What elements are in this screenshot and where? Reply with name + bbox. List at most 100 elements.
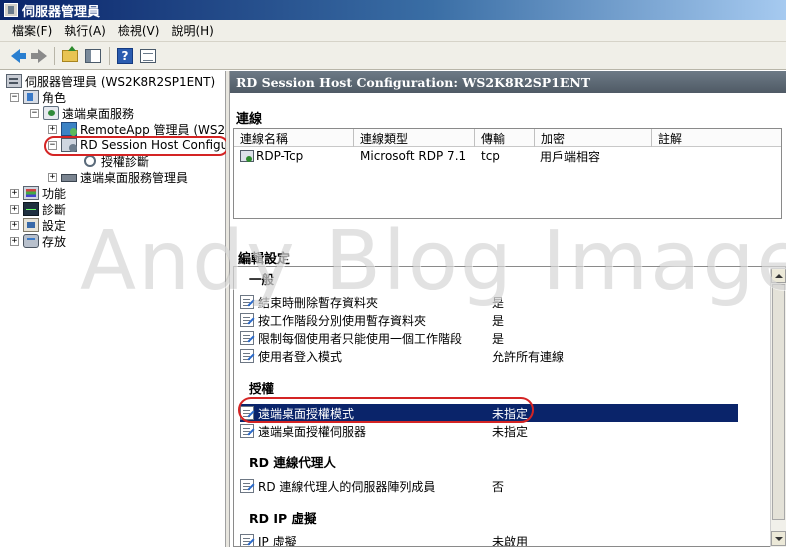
action-pane-icon bbox=[140, 48, 156, 63]
tree-item-configuration[interactable]: + 設定 bbox=[10, 217, 66, 233]
connection-icon bbox=[240, 150, 254, 162]
rds-manager-icon bbox=[61, 174, 77, 182]
expand-toggle[interactable]: + bbox=[10, 188, 19, 198]
menu-action[interactable]: 執行(A) bbox=[58, 22, 112, 39]
tree-item-label: 存放 bbox=[42, 234, 67, 249]
setting-value: 是 bbox=[492, 313, 505, 328]
setting-value: 未指定 bbox=[492, 406, 529, 421]
connection-type: Microsoft RDP 7.1 bbox=[360, 149, 467, 163]
setting-row[interactable]: 按工作階段分別使用暫存資料夾 是 bbox=[240, 311, 738, 329]
connections-list-header: 連線名稱 連線類型 傳輸 加密 註解 bbox=[234, 129, 781, 147]
toolbar-separator bbox=[54, 46, 55, 65]
show-hide-tree-button[interactable] bbox=[82, 45, 104, 67]
property-icon bbox=[240, 406, 254, 420]
setting-row-selected[interactable]: 遠端桌面授權模式 未指定 bbox=[240, 404, 738, 422]
table-row[interactable]: RDP-Tcp Microsoft RDP 7.1 tcp 用戶端相容 bbox=[234, 148, 781, 164]
group-label-rd-connection-broker: RD 連線代理人 bbox=[249, 455, 336, 470]
expand-toggle[interactable]: + bbox=[10, 236, 19, 246]
licensing-diagnosis-icon bbox=[82, 154, 98, 168]
setting-row[interactable]: 遠端桌面授權伺服器 未指定 bbox=[240, 422, 738, 440]
property-icon bbox=[240, 424, 254, 438]
property-icon bbox=[240, 349, 254, 363]
column-header-connection-name[interactable]: 連線名稱 bbox=[234, 129, 354, 147]
menu-help[interactable]: 說明(H) bbox=[165, 22, 219, 39]
help-button[interactable]: ? bbox=[114, 45, 136, 67]
collapse-toggle[interactable]: − bbox=[30, 108, 39, 118]
connection-encryption: 用戶端相容 bbox=[540, 149, 601, 164]
tree-item-features[interactable]: + 功能 bbox=[10, 185, 66, 201]
server-manager-icon bbox=[4, 3, 18, 17]
setting-value: 未啟用 bbox=[492, 534, 529, 547]
setting-row[interactable]: 限制每個使用者只能使用一個工作階段 是 bbox=[240, 329, 738, 347]
scroll-thumb[interactable] bbox=[772, 284, 785, 520]
tree-item-remote-desktop-services[interactable]: − 遠端桌面服務 bbox=[30, 105, 134, 121]
tree-item-label: 角色 bbox=[42, 90, 67, 105]
results-pane-title: RD Session Host Configuration: WS2K8R2SP… bbox=[236, 74, 591, 90]
vertical-scrollbar[interactable] bbox=[770, 268, 786, 547]
tree-item-rd-session-host-configuration[interactable]: − RD Session Host Configuratio bbox=[48, 137, 225, 153]
tree-item-label: 功能 bbox=[42, 186, 67, 201]
tree-item-licensing-diagnosis[interactable]: 授權診斷 bbox=[82, 153, 149, 169]
edit-settings-section-title: 編輯設定 bbox=[238, 252, 291, 267]
forward-button[interactable] bbox=[27, 45, 49, 67]
column-header-comment[interactable]: 註解 bbox=[652, 129, 781, 147]
help-icon: ? bbox=[117, 47, 133, 64]
collapse-toggle[interactable]: − bbox=[10, 92, 19, 102]
back-button[interactable] bbox=[4, 45, 26, 67]
setting-value: 未指定 bbox=[492, 424, 529, 439]
group-label-general: 一般 bbox=[249, 272, 275, 287]
setting-value: 是 bbox=[492, 331, 505, 346]
menu-bar: 檔案(F) 執行(A) 檢視(V) 說明(H) bbox=[0, 20, 786, 42]
server-icon bbox=[6, 74, 22, 88]
tree-item-label: 伺服器管理員 (WS2K8R2SP1ENT) bbox=[25, 74, 216, 89]
show-hide-action-pane-button[interactable] bbox=[137, 45, 159, 67]
roles-icon bbox=[23, 90, 39, 104]
expand-toggle[interactable]: + bbox=[10, 204, 19, 214]
tree-item-label: 授權診斷 bbox=[101, 154, 150, 169]
setting-name: 遠端桌面授權伺服器 bbox=[258, 424, 367, 439]
tree-item-rds-manager[interactable]: + 遠端桌面服務管理員 bbox=[48, 169, 188, 185]
tree-item-remoteapp-manager[interactable]: + RemoteApp 管理員 (WS2K8 bbox=[48, 121, 226, 137]
tree-item-roles[interactable]: − 角色 bbox=[10, 89, 66, 105]
property-icon bbox=[240, 313, 254, 327]
expand-toggle[interactable]: + bbox=[48, 172, 57, 182]
tree-item-server-manager[interactable]: 伺服器管理員 (WS2K8R2SP1ENT) bbox=[6, 73, 215, 89]
pane-splitter[interactable] bbox=[226, 71, 230, 547]
connection-transport: tcp bbox=[481, 149, 500, 163]
group-label-licensing: 授權 bbox=[249, 381, 275, 396]
console-tree-icon bbox=[85, 48, 101, 63]
setting-name: 結束時刪除暫存資料夾 bbox=[258, 295, 379, 310]
setting-row[interactable]: 使用者登入模式 允許所有連線 bbox=[240, 347, 738, 365]
menu-view[interactable]: 檢視(V) bbox=[112, 22, 166, 39]
setting-row[interactable]: 結束時刪除暫存資料夾 是 bbox=[240, 293, 738, 311]
setting-name: 遠端桌面授權模式 bbox=[258, 406, 355, 421]
connection-name-cell: RDP-Tcp bbox=[240, 148, 303, 164]
forward-arrow-icon bbox=[30, 48, 47, 63]
back-arrow-icon bbox=[10, 48, 26, 63]
setting-name: 限制每個使用者只能使用一個工作階段 bbox=[258, 331, 463, 346]
expand-toggle[interactable]: + bbox=[10, 220, 19, 230]
property-icon bbox=[240, 331, 254, 345]
tree-item-label: RD Session Host Configuratio bbox=[80, 138, 225, 152]
tree-item-label: RemoteApp 管理員 (WS2K8 bbox=[80, 122, 226, 137]
setting-value: 否 bbox=[492, 479, 505, 494]
up-level-button[interactable] bbox=[59, 45, 81, 67]
setting-row[interactable]: IP 虛擬 未啟用 bbox=[240, 532, 738, 547]
setting-row[interactable]: RD 連線代理人的伺服器陣列成員 否 bbox=[240, 477, 738, 495]
column-header-encryption[interactable]: 加密 bbox=[535, 129, 652, 147]
scroll-up-button[interactable] bbox=[771, 268, 786, 283]
window-title: 伺服器管理員 bbox=[22, 4, 101, 20]
tree-item-storage[interactable]: + 存放 bbox=[10, 233, 66, 249]
toolbar-separator bbox=[109, 46, 110, 65]
scroll-down-button[interactable] bbox=[771, 531, 786, 546]
expand-toggle[interactable]: + bbox=[48, 124, 57, 134]
connections-list: 連線名稱 連線類型 傳輸 加密 註解 RDP-Tcp Microsoft RDP… bbox=[233, 128, 782, 219]
tree-item-diagnostics[interactable]: + 診斷 bbox=[10, 201, 66, 217]
setting-name: 按工作階段分別使用暫存資料夾 bbox=[258, 313, 427, 328]
collapse-toggle[interactable]: − bbox=[48, 140, 57, 150]
group-label-rd-ip-virtualization: RD IP 虛擬 bbox=[249, 511, 317, 526]
column-header-connection-type[interactable]: 連線類型 bbox=[354, 129, 475, 147]
menu-file[interactable]: 檔案(F) bbox=[6, 22, 58, 39]
features-icon bbox=[23, 186, 39, 200]
column-header-transport[interactable]: 傳輸 bbox=[475, 129, 535, 147]
